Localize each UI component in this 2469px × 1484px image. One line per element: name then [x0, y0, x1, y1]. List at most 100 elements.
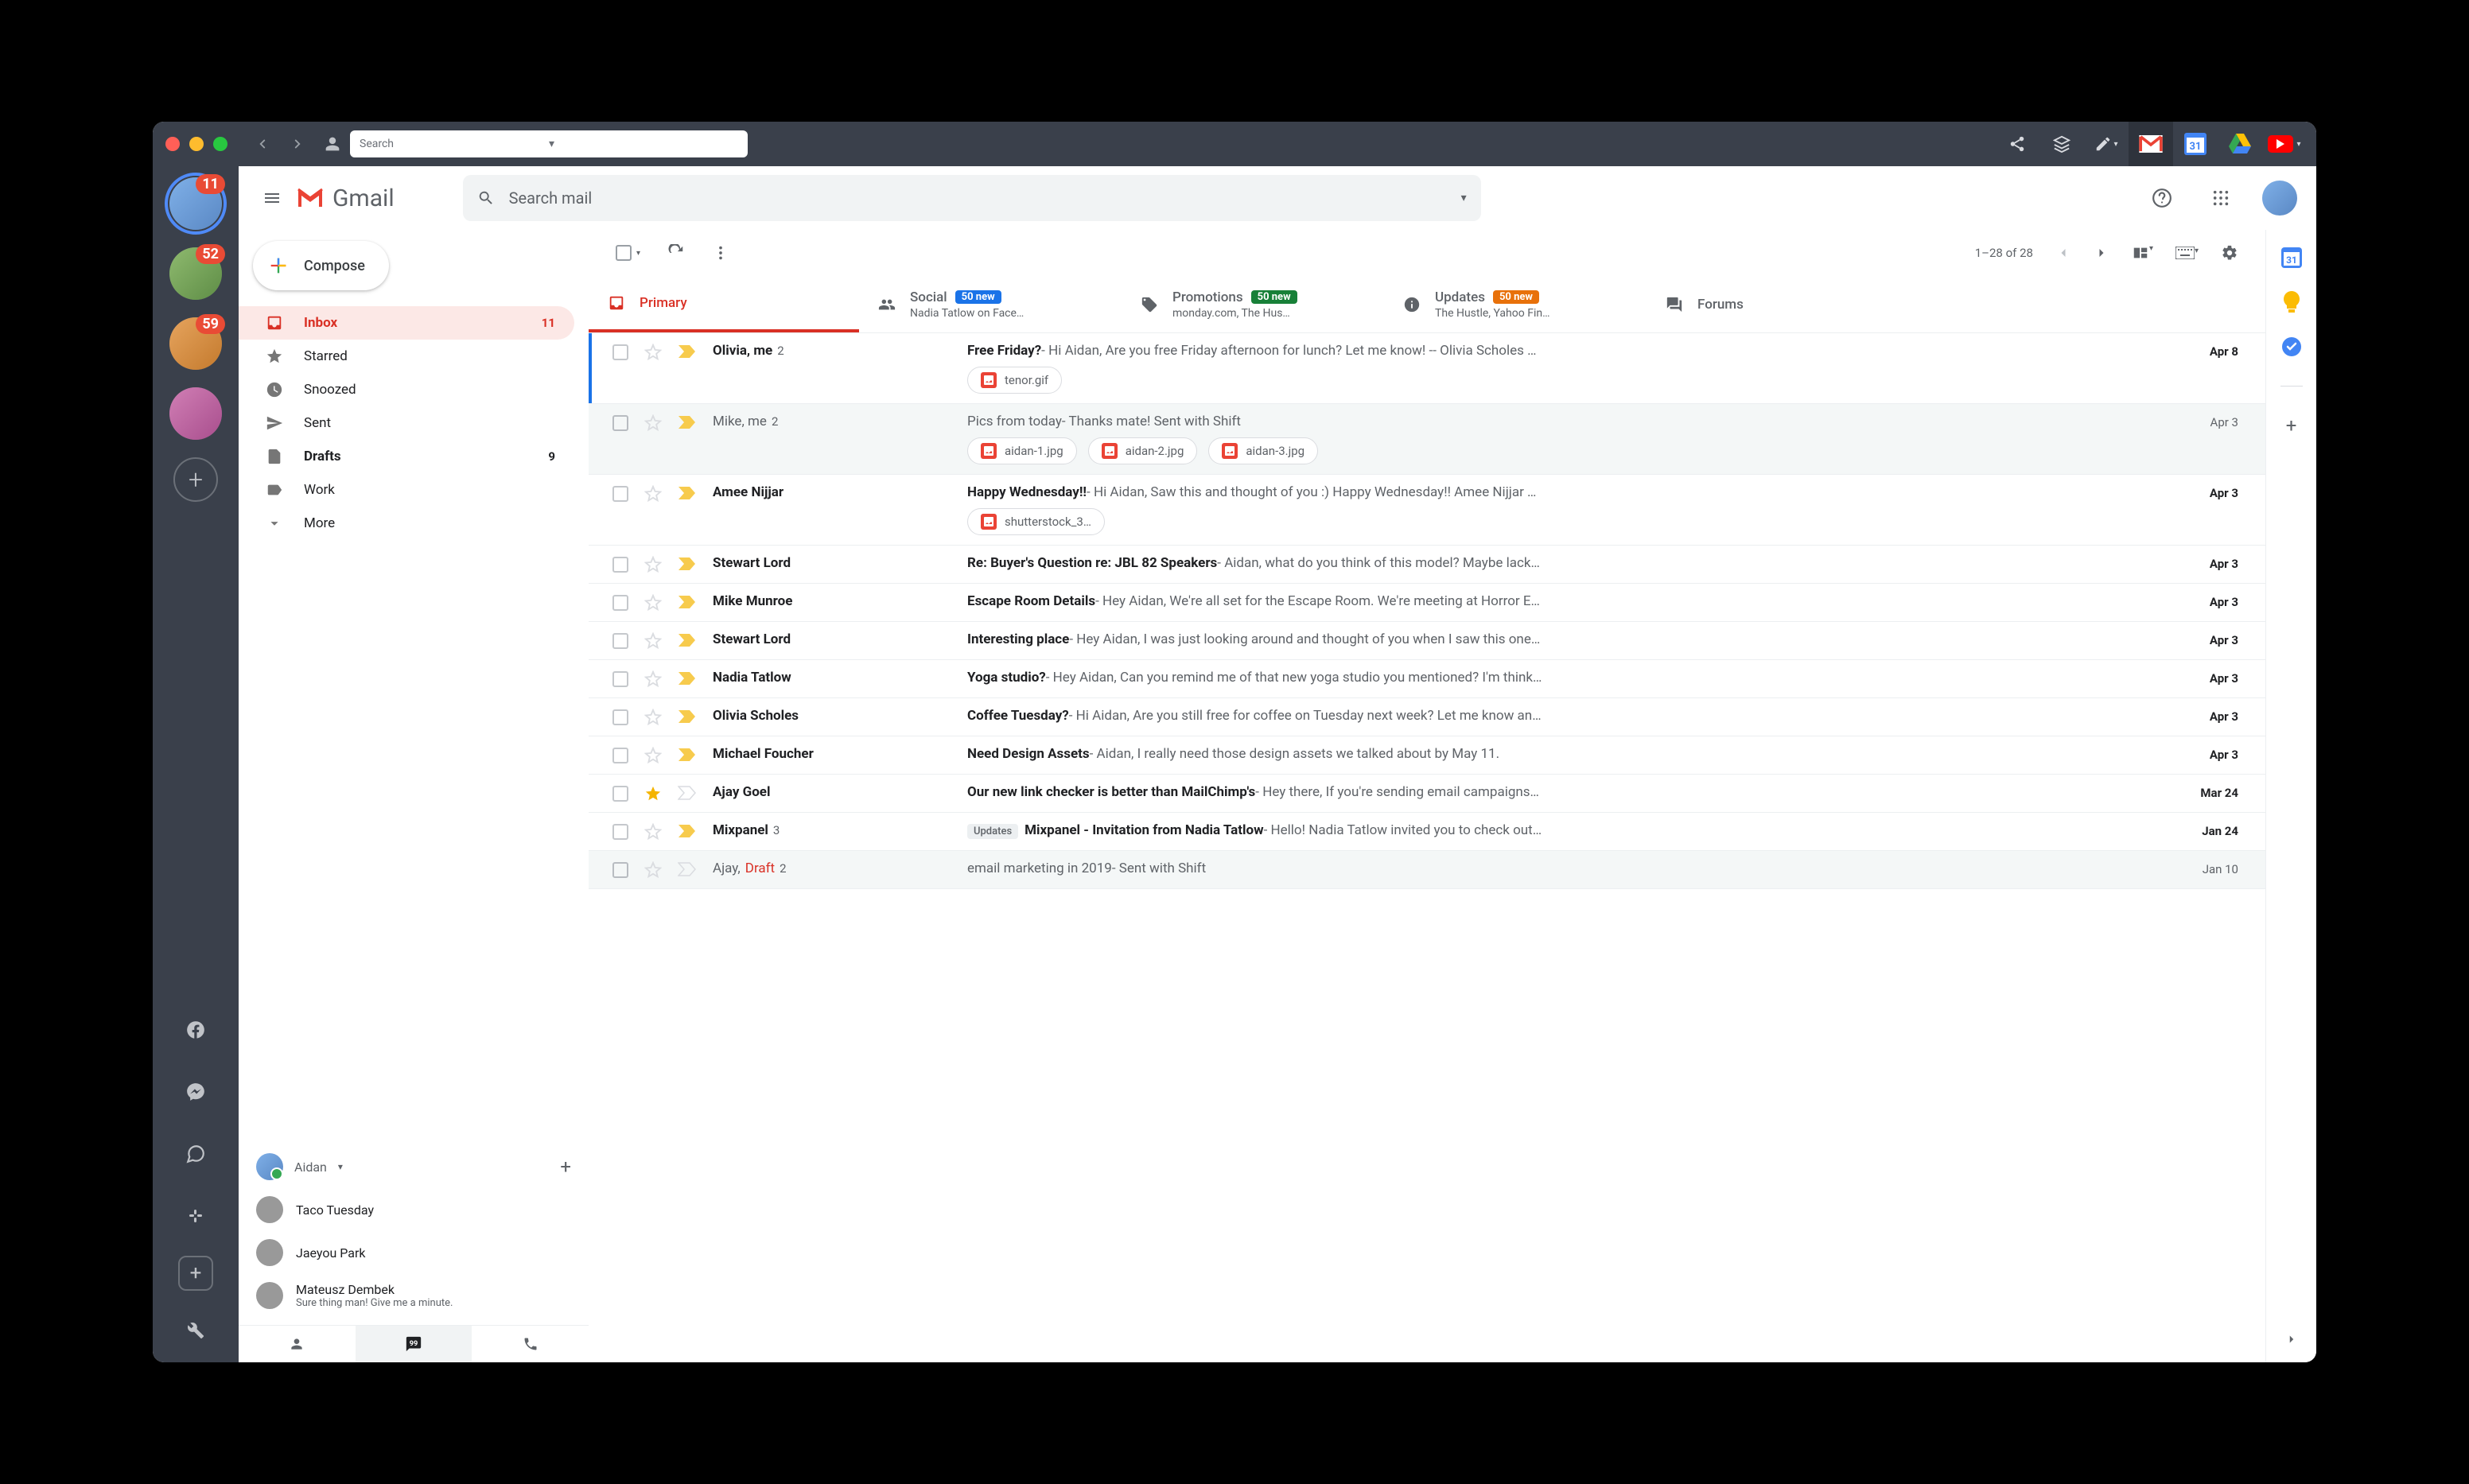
star-button[interactable]: [644, 709, 662, 726]
important-marker[interactable]: [678, 671, 697, 686]
important-marker[interactable]: [678, 748, 697, 762]
row-checkbox[interactable]: [612, 557, 628, 573]
sidebar-item-drafts[interactable]: Drafts9: [239, 440, 574, 473]
gmail-logo[interactable]: Gmail: [296, 185, 395, 212]
mail-search-input[interactable]: Search mail ▾: [463, 175, 1481, 221]
important-marker[interactable]: [678, 486, 697, 500]
email-row[interactable]: Ajay Goel Our new link checker is better…: [589, 775, 2265, 813]
tab-forums[interactable]: Forums: [1647, 276, 1806, 332]
settings-wrench-icon[interactable]: [173, 1308, 218, 1353]
workspace-3[interactable]: 59: [169, 317, 222, 370]
new-chat-button[interactable]: +: [560, 1156, 571, 1178]
important-icon[interactable]: [678, 748, 697, 762]
nav-forward-button[interactable]: [280, 130, 315, 158]
star-button[interactable]: [644, 344, 662, 361]
apps-grid-button[interactable]: [2203, 181, 2238, 216]
important-icon[interactable]: [678, 824, 697, 838]
profile-ghost-icon[interactable]: [315, 136, 350, 152]
email-row[interactable]: Nadia Tatlow Yoga studio? - Hey Aidan, C…: [589, 660, 2265, 698]
attachment-chip[interactable]: aidan-3.jpg: [1208, 437, 1318, 464]
collapse-rail-button[interactable]: [2281, 1329, 2302, 1350]
important-marker[interactable]: [678, 595, 697, 609]
important-icon[interactable]: [678, 344, 697, 359]
window-maximize-button[interactable]: [213, 137, 227, 151]
important-icon[interactable]: [678, 557, 697, 571]
attachment-chip[interactable]: tenor.gif: [967, 367, 1062, 394]
important-icon[interactable]: [678, 671, 697, 686]
star-button[interactable]: [644, 670, 662, 688]
email-row[interactable]: Ajay, Draft2 email marketing in 2019 - S…: [589, 851, 2265, 889]
attachment-chip[interactable]: aidan-1.jpg: [967, 437, 1077, 464]
row-checkbox[interactable]: [612, 786, 628, 802]
row-checkbox[interactable]: [612, 415, 628, 431]
sidebar-item-work[interactable]: Work: [239, 473, 574, 507]
row-checkbox[interactable]: [612, 671, 628, 687]
split-pane-button[interactable]: ▾: [2132, 244, 2153, 262]
star-button[interactable]: [644, 594, 662, 612]
row-checkbox[interactable]: [612, 862, 628, 878]
email-row[interactable]: Mixpanel3 UpdatesMixpanel - Invitation f…: [589, 813, 2265, 851]
window-minimize-button[interactable]: [189, 137, 204, 151]
slack-icon[interactable]: [173, 1194, 218, 1238]
important-marker[interactable]: [678, 415, 697, 429]
row-checkbox[interactable]: [612, 633, 628, 649]
star-button[interactable]: [644, 485, 662, 503]
refresh-button[interactable]: [667, 244, 685, 262]
prev-page-button[interactable]: [2055, 245, 2071, 261]
get-addons-button[interactable]: +: [2281, 415, 2302, 436]
star-button[interactable]: [644, 823, 662, 841]
email-row[interactable]: Olivia, me2 Free Friday? - Hi Aidan, Are…: [589, 333, 2265, 404]
keep-addon-icon[interactable]: [2281, 292, 2302, 313]
layers-icon[interactable]: [2039, 122, 2084, 166]
more-menu-button[interactable]: [712, 244, 729, 262]
sidebar-item-snoozed[interactable]: Snoozed: [239, 373, 574, 406]
sidebar-item-more[interactable]: More: [239, 507, 574, 540]
star-button[interactable]: [644, 632, 662, 650]
next-page-button[interactable]: [2094, 245, 2109, 261]
important-marker[interactable]: [678, 557, 697, 571]
facebook-icon[interactable]: [173, 1008, 218, 1052]
hangouts-me[interactable]: Aidan ▾ +: [239, 1145, 589, 1188]
help-button[interactable]: [2144, 181, 2179, 216]
whatsapp-icon[interactable]: [173, 1132, 218, 1176]
tab-promotions[interactable]: Promotions50 newmonday.com, The Hus…: [1122, 276, 1384, 332]
messenger-icon[interactable]: [173, 1070, 218, 1114]
sidebar-item-sent[interactable]: Sent: [239, 406, 574, 440]
row-checkbox[interactable]: [612, 748, 628, 763]
sidebar-item-starred[interactable]: Starred: [239, 340, 574, 373]
important-marker[interactable]: [678, 824, 697, 838]
email-row[interactable]: Stewart Lord Re: Buyer's Question re: JB…: [589, 546, 2265, 584]
important-icon[interactable]: [678, 486, 697, 500]
star-button[interactable]: [644, 785, 662, 802]
edit-icon[interactable]: ▾: [2084, 122, 2129, 166]
share-icon[interactable]: [1995, 122, 2039, 166]
row-checkbox[interactable]: [612, 709, 628, 725]
email-row[interactable]: Michael Foucher Need Design Assets - Aid…: [589, 736, 2265, 775]
star-button[interactable]: [644, 747, 662, 764]
important-marker[interactable]: [678, 862, 697, 876]
workspace-4[interactable]: [169, 387, 222, 440]
workspace-1[interactable]: 11: [169, 177, 222, 230]
important-icon[interactable]: [678, 595, 697, 609]
shift-search-input[interactable]: Search ▾: [350, 130, 748, 157]
star-button[interactable]: [644, 556, 662, 573]
email-row[interactable]: Mike, me2 Pics from today - Thanks mate!…: [589, 404, 2265, 475]
account-avatar[interactable]: [2262, 181, 2297, 216]
row-checkbox[interactable]: [612, 595, 628, 611]
tab-primary[interactable]: Primary: [589, 276, 859, 332]
gmail-app-icon[interactable]: [2129, 122, 2173, 166]
sidebar-item-inbox[interactable]: Inbox 11: [239, 306, 574, 340]
important-marker[interactable]: [678, 344, 697, 359]
email-row[interactable]: Stewart Lord Interesting place - Hey Aid…: [589, 622, 2265, 660]
important-icon[interactable]: [678, 862, 697, 876]
star-button[interactable]: [644, 861, 662, 879]
tab-social[interactable]: Social50 newNadia Tatlow on Face…: [859, 276, 1122, 332]
nav-back-button[interactable]: [245, 130, 280, 158]
calendar-addon-icon[interactable]: 31: [2281, 247, 2302, 268]
search-options-icon[interactable]: ▾: [1461, 192, 1467, 204]
select-all-checkbox[interactable]: ▾: [616, 245, 640, 261]
attachment-chip[interactable]: aidan-2.jpg: [1088, 437, 1198, 464]
tab-updates[interactable]: Updates50 newThe Hustle, Yahoo Fin…: [1384, 276, 1647, 332]
add-app-button[interactable]: +: [178, 1256, 213, 1291]
important-icon[interactable]: [678, 633, 697, 647]
